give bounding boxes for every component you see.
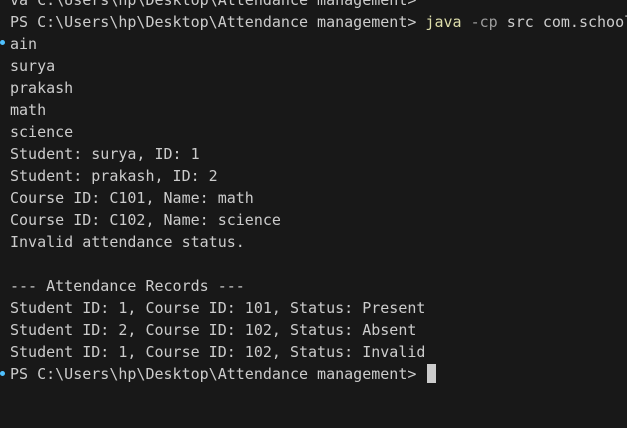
command-decoration-icon[interactable] xyxy=(0,371,5,376)
cursor xyxy=(427,364,437,383)
terminal-line: surya xyxy=(10,57,56,75)
command-flag: -cp xyxy=(461,13,498,31)
terminal-line: Student ID: 2, Course ID: 102, Status: A… xyxy=(10,321,417,339)
terminal-line: math xyxy=(10,101,47,119)
terminal-output: va C:\Users\hp\Desktop\Attendance manage… xyxy=(10,0,627,385)
command-line: PS C:\Users\hp\Desktop\Attendance manage… xyxy=(10,11,627,33)
terminal-line: prakash xyxy=(10,79,74,97)
terminal-line: Student ID: 1, Course ID: 102, Status: I… xyxy=(10,343,426,361)
prompt-text: PS C:\Users\hp\Desktop\Attendance manage… xyxy=(10,365,426,383)
prompt-text: PS C:\Users\hp\Desktop\Attendance manage… xyxy=(10,13,426,31)
prompt-line[interactable]: PS C:\Users\hp\Desktop\Attendance manage… xyxy=(10,363,627,385)
command-decoration-icon[interactable] xyxy=(0,40,5,45)
terminal-line: --- Attendance Records --- xyxy=(10,277,245,295)
command-executable: java xyxy=(425,13,462,31)
terminal-line: Invalid attendance status. xyxy=(10,233,245,251)
terminal-line: Student: surya, ID: 1 xyxy=(10,145,200,163)
terminal-line: Student ID: 1, Course ID: 101, Status: P… xyxy=(10,299,426,317)
command-arguments: src com.school xyxy=(497,13,627,31)
terminal-line: Course ID: C101, Name: math xyxy=(10,189,254,207)
terminal-line: Student: prakash, ID: 2 xyxy=(10,167,218,185)
terminal-line: va C:\Users\hp\Desktop\Attendance manage… xyxy=(10,0,417,9)
terminal-panel[interactable]: va C:\Users\hp\Desktop\Attendance manage… xyxy=(0,0,627,428)
terminal-line: ain xyxy=(10,35,38,53)
terminal-line: science xyxy=(10,123,74,141)
terminal-line: Course ID: C102, Name: science xyxy=(10,211,281,229)
